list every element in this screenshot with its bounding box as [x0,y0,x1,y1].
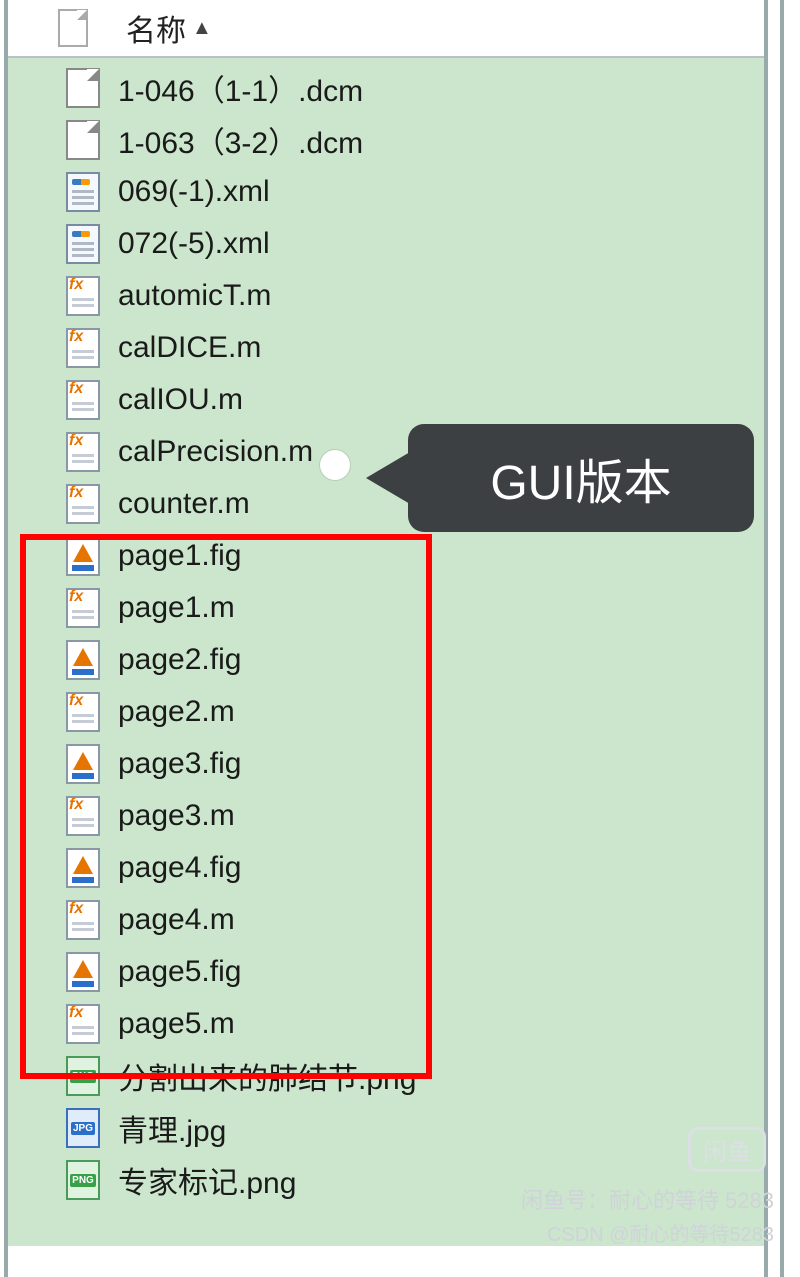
file-name-label: 专家标记.png [118,1158,296,1202]
fig-file-icon [66,744,100,784]
file-name-label: counter.m [118,487,250,521]
watermark-line2: CSDN @耐心的等待5283 [547,1218,774,1247]
file-name-label: page2.fig [118,643,241,677]
file-row[interactable]: calDICE.m [8,322,764,374]
watermark-badge: 闲鱼 [688,1127,766,1172]
annotation-callout: GUI版本 [408,424,754,532]
m-file-icon [66,276,100,316]
file-name-label: 1-046（1-1）.dcm [118,66,363,110]
m-file-icon [66,796,100,836]
m-file-icon [66,328,100,368]
file-row[interactable]: automicT.m [8,270,764,322]
fig-file-icon [66,848,100,888]
file-name-label: page4.fig [118,851,241,885]
jpg-file-icon [66,1108,100,1148]
file-name-label: page2.m [118,695,235,729]
m-file-icon [66,484,100,524]
file-name-label: calIOU.m [118,383,243,417]
xml-file-icon [66,172,100,212]
generic-file-icon [66,120,100,160]
file-name-label: calPrecision.m [118,435,313,469]
annotation-anchor-dot [320,450,350,480]
file-row[interactable]: 分割出来的肺结节.png [8,1050,764,1102]
file-name-label: page5.m [118,1007,235,1041]
file-name-label: 069(-1).xml [118,175,270,209]
file-row[interactable]: page2.fig [8,634,764,686]
file-name-label: calDICE.m [118,331,261,365]
file-row[interactable]: 青理.jpg [8,1102,764,1154]
file-row[interactable]: 1-063（3-2）.dcm [8,114,764,166]
file-name-label: page1.fig [118,539,241,573]
file-name-label: automicT.m [118,279,271,313]
file-row[interactable]: page5.fig [8,946,764,998]
file-name-label: 青理.jpg [118,1106,226,1150]
xml-file-icon [66,224,100,264]
column-label-text: 名称 [126,6,186,50]
file-name-label: page3.fig [118,747,241,781]
m-file-icon [66,900,100,940]
file-name-label: page4.m [118,903,235,937]
file-row[interactable]: calIOU.m [8,374,764,426]
column-header-name[interactable]: 名称 ▲ [8,0,764,58]
fig-file-icon [66,640,100,680]
file-name-label: page5.fig [118,955,241,989]
m-file-icon [66,432,100,472]
fig-file-icon [66,536,100,576]
file-row[interactable]: 1-046（1-1）.dcm [8,62,764,114]
m-file-icon [66,692,100,732]
m-file-icon [66,588,100,628]
file-name-label: 1-063（3-2）.dcm [118,118,363,162]
m-file-icon [66,1004,100,1044]
sort-ascending-icon: ▲ [192,17,212,40]
file-name-label: 072(-5).xml [118,227,270,261]
png-file-icon [66,1056,100,1096]
file-row[interactable]: page4.fig [8,842,764,894]
file-browser-panel: 名称 ▲ 1-046（1-1）.dcm 1-063（3-2）.dcm 069(-1)… [4,0,768,1277]
png-file-icon [66,1160,100,1200]
file-row[interactable]: page3.m [8,790,764,842]
file-row[interactable]: page1.m [8,582,764,634]
fig-file-icon [66,952,100,992]
file-row[interactable]: page1.fig [8,530,764,582]
watermark-line1: 闲鱼号：耐心的等待 5283 [521,1183,774,1215]
file-name-label: 分割出来的肺结节.png [118,1054,416,1098]
generic-file-icon [66,68,100,108]
file-row[interactable]: page4.m [8,894,764,946]
file-list: 1-046（1-1）.dcm 1-063（3-2）.dcm 069(-1).xml 0… [8,58,764,1246]
m-file-icon [66,380,100,420]
adjacent-panel-edge [780,0,800,1277]
file-name-label: page1.m [118,591,235,625]
file-row[interactable]: page3.fig [8,738,764,790]
file-name-label: page3.m [118,799,235,833]
file-row[interactable]: page5.m [8,998,764,1050]
callout-label: GUI版本 [490,443,671,513]
file-row[interactable]: 069(-1).xml [8,166,764,218]
file-row[interactable]: 072(-5).xml [8,218,764,270]
file-row[interactable]: page2.m [8,686,764,738]
generic-file-icon [58,9,88,47]
